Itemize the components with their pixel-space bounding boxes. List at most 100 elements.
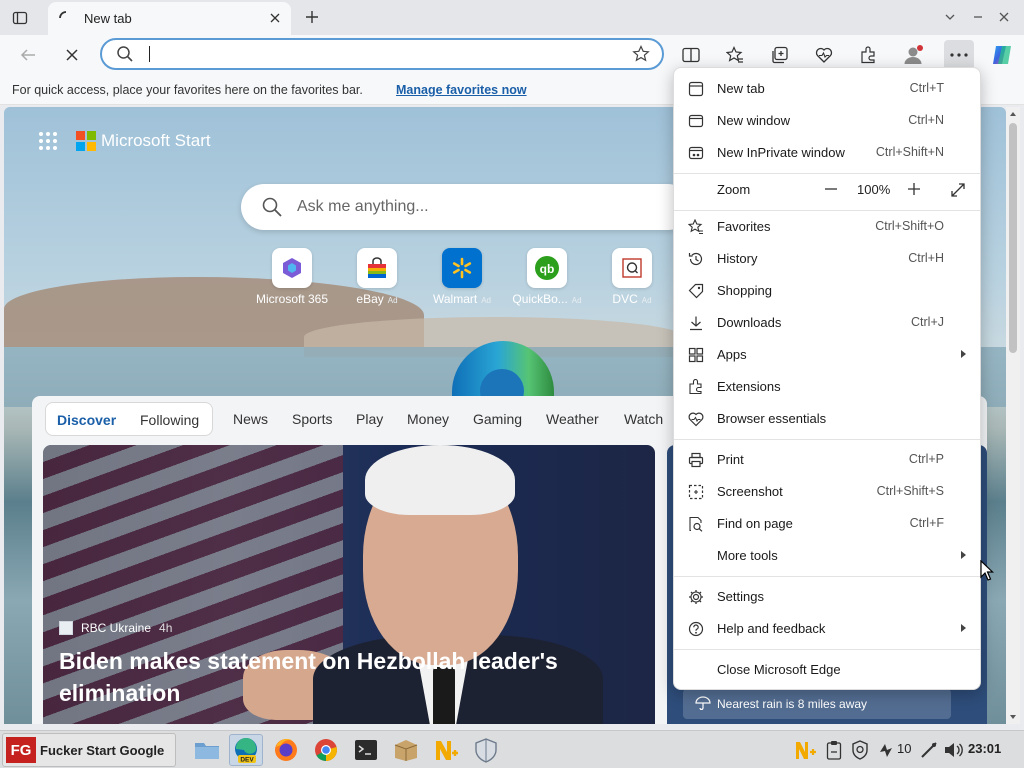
menu-item-screenshot[interactable]: Screenshot Ctrl+Shift+S	[674, 476, 980, 508]
taskbar-firefox[interactable]	[269, 734, 303, 766]
menu-item-extensions[interactable]: Extensions	[674, 371, 980, 403]
menu-item-shortcut: Ctrl+F	[909, 516, 944, 530]
menu-item-shortcut: Ctrl+Shift+O	[875, 219, 944, 233]
menu-item-favorites[interactable]: Favorites Ctrl+Shift+O	[674, 211, 980, 243]
menu-item-close-edge[interactable]: Close Microsoft Edge	[674, 654, 980, 686]
quick-link-ebay[interactable]: eBay Ad	[337, 248, 417, 306]
taskbar-notes-app[interactable]	[429, 734, 463, 766]
close-window-button[interactable]	[994, 7, 1014, 27]
menu-item-new-inprivate-window[interactable]: New InPrivate window Ctrl+Shift+N	[674, 137, 980, 169]
window-menu-button[interactable]	[940, 7, 960, 27]
clock[interactable]: 23:01	[968, 741, 1001, 756]
profile-button[interactable]	[898, 40, 928, 70]
menu-item-shortcut: Ctrl+T	[909, 81, 944, 95]
start-logo: FG	[6, 737, 36, 763]
feed-nav-weather[interactable]: Weather	[546, 411, 599, 427]
menu-item-settings[interactable]: Settings	[674, 581, 980, 613]
menu-item-shopping[interactable]: Shopping	[674, 275, 980, 307]
tab-actions-button[interactable]	[10, 8, 30, 28]
loading-spinner-icon	[59, 11, 67, 19]
page-scrollbar[interactable]	[1006, 107, 1020, 724]
search-icon	[262, 197, 282, 217]
quick-link-walmart[interactable]: Walmart Ad	[422, 248, 502, 306]
menu-item-help-and-feedback[interactable]: Help and feedback	[674, 613, 980, 645]
avatar-icon	[904, 45, 923, 64]
download-icon	[688, 315, 704, 331]
folder-icon	[195, 743, 219, 759]
browser-essentials-button[interactable]	[809, 40, 839, 70]
add-favorite-star-icon[interactable]	[632, 45, 650, 63]
zoom-in-button[interactable]	[907, 182, 921, 199]
menu-item-find-on-page[interactable]: Find on page Ctrl+F	[674, 508, 980, 540]
menu-item-new-tab[interactable]: New tab Ctrl+T	[674, 73, 980, 105]
stop-loading-button[interactable]	[57, 40, 87, 70]
feed-nav-play[interactable]: Play	[356, 411, 383, 427]
settings-and-more-button[interactable]	[944, 40, 974, 70]
volume-icon[interactable]	[943, 741, 963, 759]
split-screen-button[interactable]	[676, 40, 706, 70]
back-button[interactable]	[13, 40, 43, 70]
tab-new-tab[interactable]: New tab	[48, 2, 291, 35]
menu-item-history[interactable]: History Ctrl+H	[674, 243, 980, 275]
news-headline[interactable]: Biden makes statement on Hezbollah leade…	[59, 645, 619, 709]
security-shield-icon[interactable]	[851, 740, 869, 760]
scrollbar-thumb[interactable]	[1009, 123, 1017, 353]
menu-item-more-tools[interactable]: More tools	[674, 540, 980, 572]
taskbar-edge-dev[interactable]: DEV	[229, 734, 263, 766]
menu-item-print[interactable]: Print Ctrl+P	[674, 444, 980, 476]
feed-nav-news[interactable]: News	[233, 411, 268, 427]
taskbar-security-app[interactable]	[469, 734, 503, 766]
quick-link-label: DVC	[612, 292, 638, 306]
close-icon	[270, 13, 280, 23]
help-question-icon	[688, 621, 704, 637]
menu-item-downloads[interactable]: Downloads Ctrl+J	[674, 307, 980, 339]
feed-nav-gaming[interactable]: Gaming	[473, 411, 522, 427]
split-screen-icon	[682, 47, 700, 63]
feed-nav-money[interactable]: Money	[407, 411, 449, 427]
back-arrow-icon	[20, 49, 35, 61]
apps-grid-icon	[688, 347, 704, 363]
web-search-box[interactable]: Ask me anything...	[241, 184, 691, 230]
address-bar[interactable]	[100, 38, 664, 70]
updates-icon[interactable]	[877, 741, 895, 759]
apps-launcher-icon[interactable]	[38, 131, 58, 151]
fullscreen-button[interactable]	[950, 182, 966, 201]
zoom-level: 100%	[857, 182, 891, 197]
new-tab-button[interactable]	[302, 7, 322, 27]
tab-discover[interactable]: Discover	[57, 412, 116, 428]
network-icon[interactable]	[920, 741, 938, 759]
collections-button[interactable]	[765, 40, 795, 70]
umbrella-icon	[695, 696, 711, 710]
copilot-button[interactable]	[987, 40, 1017, 70]
feed-nav-sports[interactable]: Sports	[292, 411, 332, 427]
tab-close-button[interactable]	[266, 9, 284, 27]
favorites-button[interactable]	[720, 40, 750, 70]
quick-link-quickbooks[interactable]: qb QuickBo... Ad	[507, 248, 587, 306]
taskbar-archive-manager[interactable]	[389, 734, 423, 766]
menu-item-new-window[interactable]: New window Ctrl+N	[674, 105, 980, 137]
taskbar-chrome[interactable]	[309, 734, 343, 766]
quick-link-microsoft365[interactable]: Microsoft 365	[252, 248, 332, 306]
minimize-button[interactable]	[968, 7, 988, 27]
scroll-down-icon[interactable]	[1006, 712, 1020, 722]
settings-and-more-menu: New tab Ctrl+T New window Ctrl+N New InP…	[673, 67, 981, 690]
menu-item-apps[interactable]: Apps	[674, 339, 980, 371]
hero-news-card[interactable]: RBC Ukraine 4h Biden makes statement on …	[43, 445, 655, 724]
submenu-arrow-icon	[961, 624, 966, 632]
manage-favorites-link[interactable]: Manage favorites now	[396, 83, 527, 97]
tab-following[interactable]: Following	[140, 412, 199, 428]
tray-notes-icon[interactable]	[794, 739, 818, 761]
clipboard-icon[interactable]	[826, 740, 842, 760]
menu-item-browser-essentials[interactable]: Browser essentials	[674, 403, 980, 435]
taskbar-terminal[interactable]	[349, 734, 383, 766]
chrome-icon	[315, 739, 337, 761]
taskbar-file-manager[interactable]	[190, 734, 224, 766]
zoom-out-button[interactable]	[824, 182, 838, 199]
quick-link-dvc[interactable]: DVC Ad	[592, 248, 672, 306]
feed-nav-watch[interactable]: Watch	[624, 411, 663, 427]
start-button[interactable]: FG Fucker Start Google	[2, 733, 176, 767]
photo-hair	[365, 445, 515, 515]
extensions-button[interactable]	[853, 40, 883, 70]
scroll-up-icon[interactable]	[1006, 109, 1020, 119]
rain-notice[interactable]: Nearest rain is 8 miles away	[683, 689, 951, 719]
